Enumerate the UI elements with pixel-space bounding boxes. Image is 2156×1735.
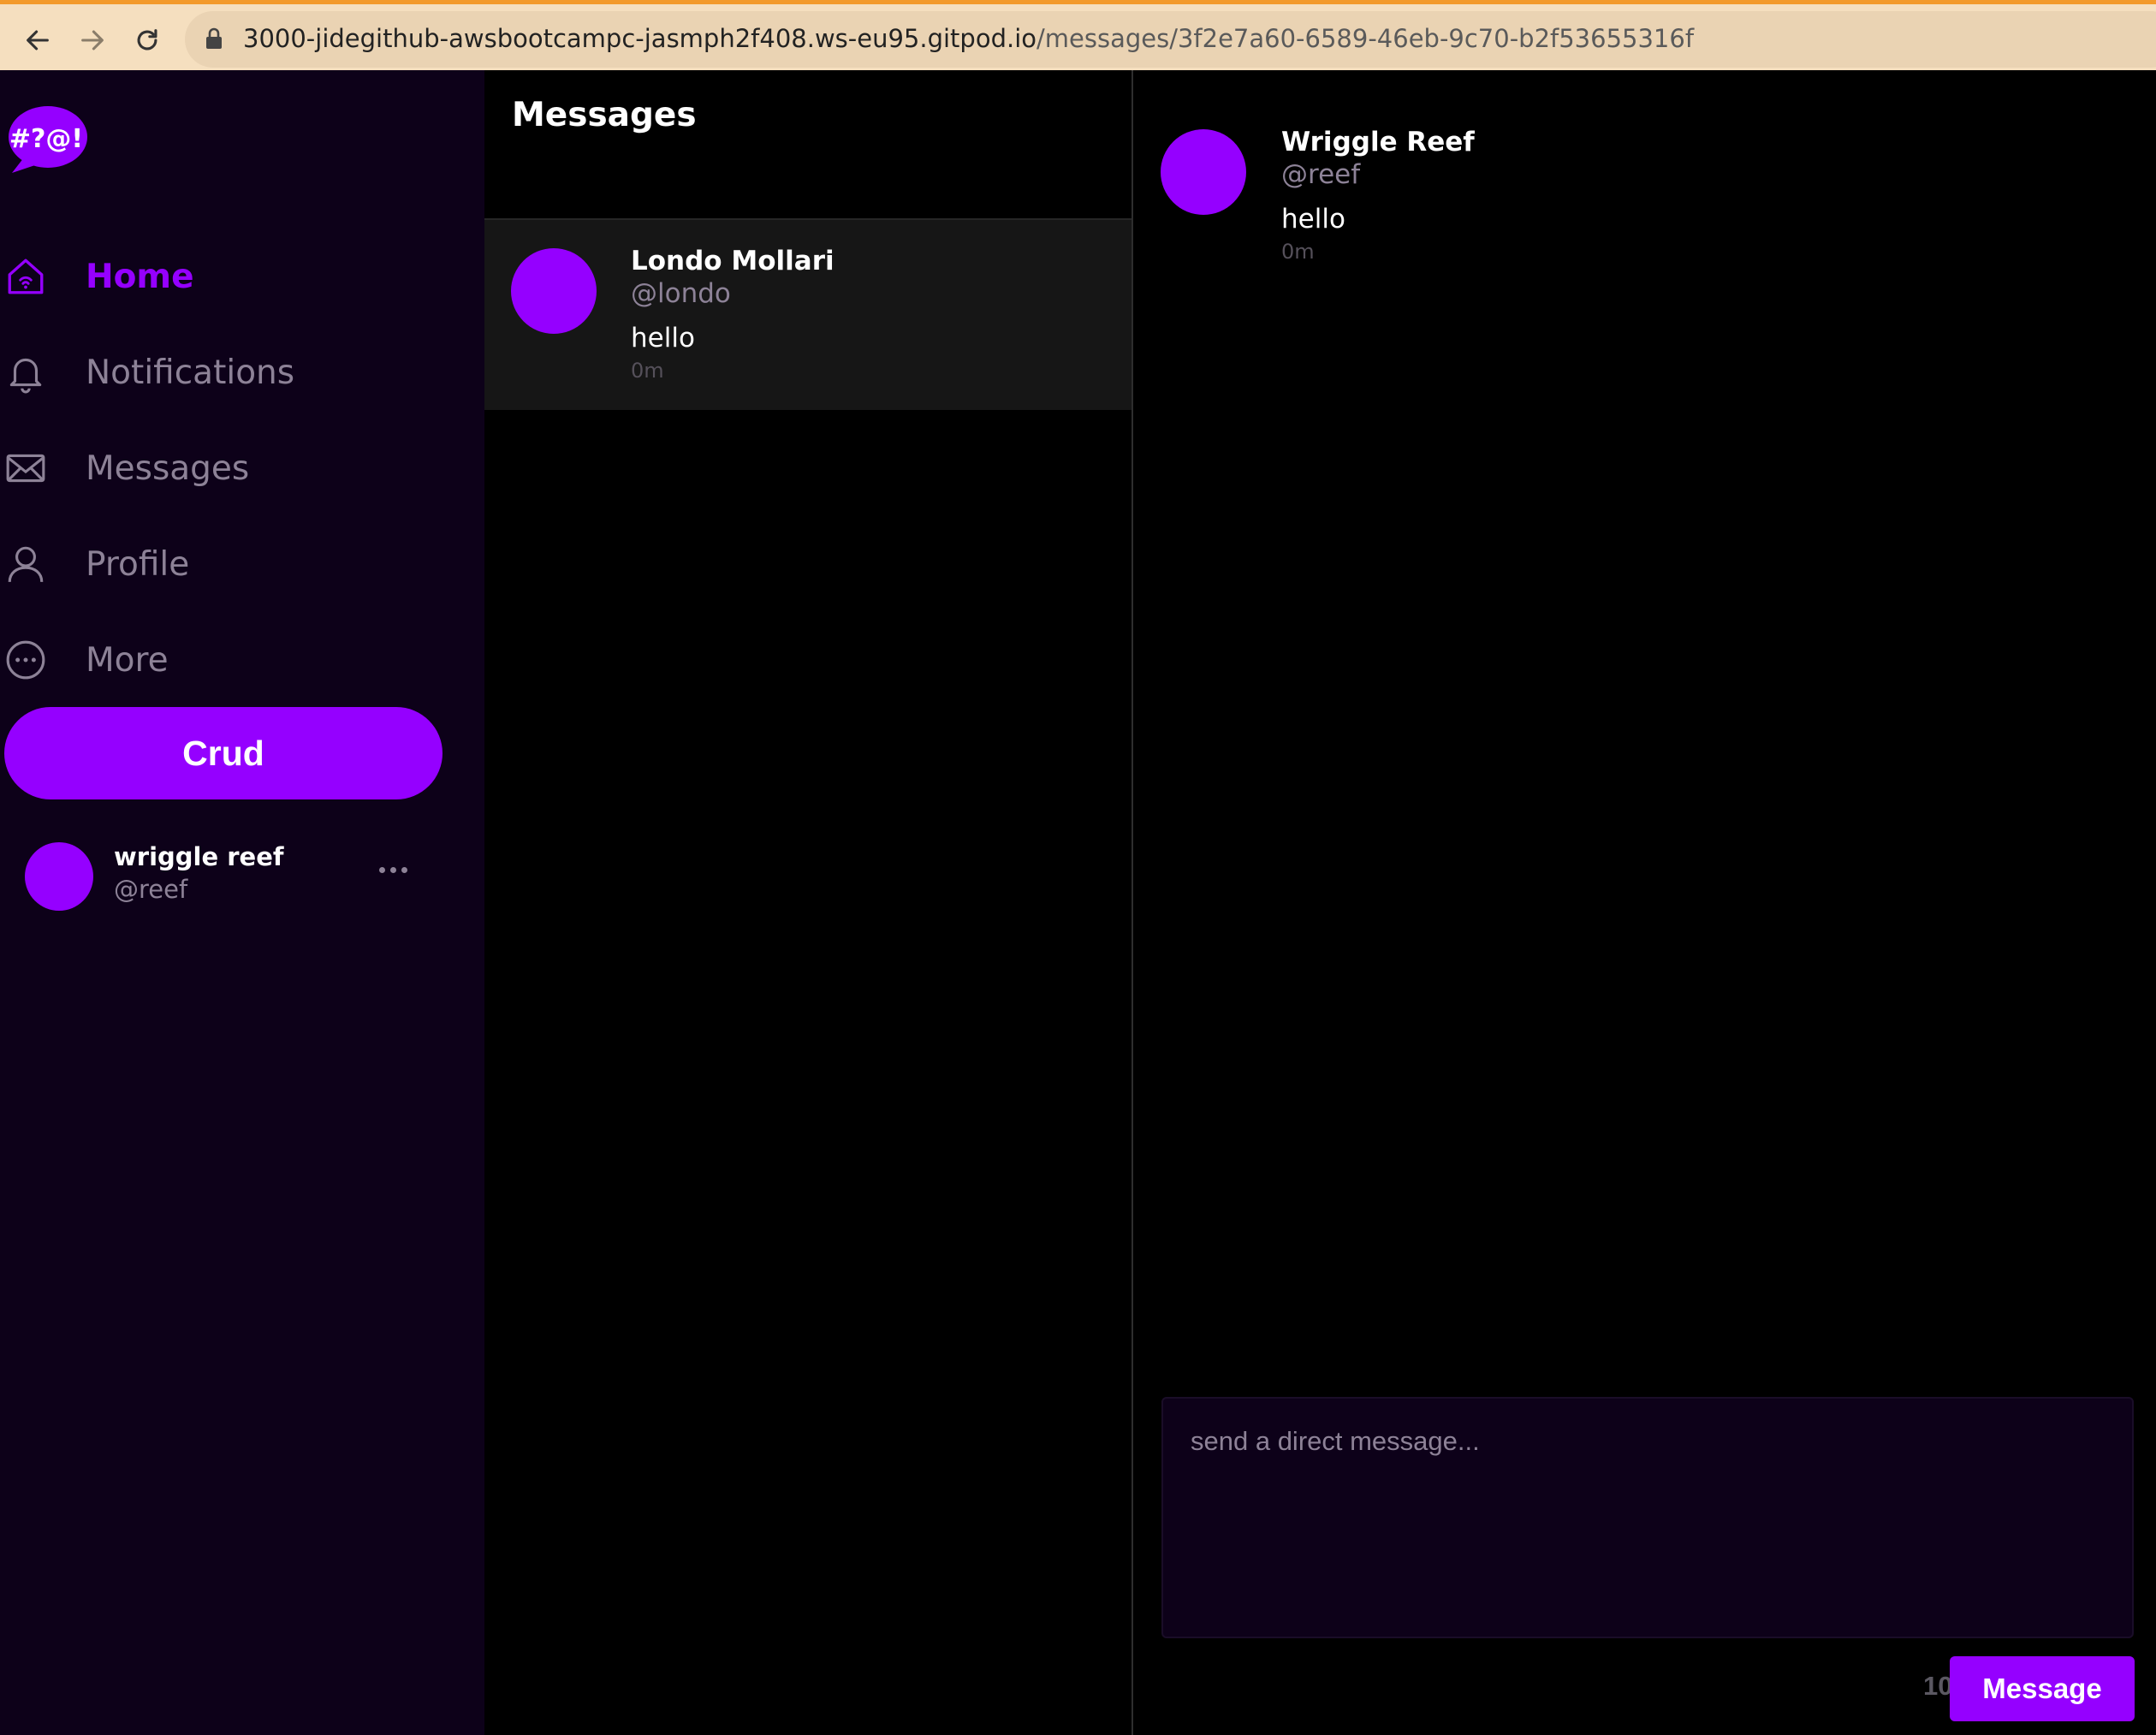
back-button[interactable] <box>12 15 63 66</box>
profile-handle: @reef <box>114 875 188 904</box>
conversation: Wriggle Reef @reef hello 0m 1024 Message <box>1133 70 2156 1735</box>
avatar <box>1161 129 1246 215</box>
profile-card[interactable]: wriggle reef @reef <box>0 839 462 942</box>
user-icon <box>3 542 48 586</box>
lock-icon <box>206 27 222 49</box>
bell-icon <box>3 350 48 395</box>
message-groups: Messages Londo Mollari @londo hello 0m <box>484 70 1133 1735</box>
avatar <box>25 842 93 911</box>
envelope-icon <box>3 446 48 490</box>
message-time: 0m <box>1281 240 1315 264</box>
forward-button[interactable] <box>67 15 118 66</box>
more-circle-icon <box>3 638 48 682</box>
message-text: hello <box>1281 204 1345 235</box>
group-display-name: Londo Mollari <box>631 246 834 276</box>
sidebar-item-label: More <box>86 640 169 680</box>
message-item: Wriggle Reef @reef hello 0m <box>1133 122 2156 276</box>
reload-icon <box>137 29 157 51</box>
address-bar[interactable]: 3000-jidegithub-awsbootcampc-jasmph2f408… <box>185 11 2156 68</box>
avatar <box>511 248 597 334</box>
home-icon <box>3 254 48 299</box>
page-title: Messages <box>512 96 697 134</box>
sidebar-item-more[interactable]: More <box>0 626 462 694</box>
sidebar-item-profile[interactable]: Profile <box>0 530 462 598</box>
reload-button[interactable] <box>122 15 173 66</box>
send-message-button[interactable]: Message <box>1950 1656 2135 1721</box>
sidebar-item-label: Notifications <box>86 353 295 392</box>
sidebar-item-label: Home <box>86 257 194 296</box>
message-input[interactable] <box>1161 1397 2134 1638</box>
more-options-icon[interactable] <box>371 853 414 887</box>
browser-toolbar: 3000-jidegithub-awsbootcampc-jasmph2f408… <box>0 0 2156 70</box>
url-host: 3000-jidegithub-awsbootcampc-jasmph2f408… <box>243 24 1036 53</box>
message-group-item[interactable]: Londo Mollari @londo hello 0m <box>484 220 1131 410</box>
crud-button[interactable]: Crud <box>4 707 442 799</box>
group-handle: @londo <box>631 278 731 309</box>
app-logo[interactable]: #?@! <box>5 104 87 175</box>
sidebar-item-label: Messages <box>86 449 250 488</box>
message-display-name: Wriggle Reef <box>1281 127 1475 157</box>
sidebar-item-notifications[interactable]: Notifications <box>0 338 462 407</box>
url-text: 3000-jidegithub-awsbootcampc-jasmph2f408… <box>243 21 1694 56</box>
arrow-left-icon <box>27 30 49 51</box>
sidebar-item-home[interactable]: Home <box>0 242 462 311</box>
sidebar: #?@! Home Notifications Messages Profile… <box>0 70 484 1735</box>
sidebar-item-label: Profile <box>86 544 190 584</box>
profile-display-name: wriggle reef <box>114 842 284 871</box>
group-time: 0m <box>631 359 664 383</box>
arrow-right-icon <box>81 30 104 51</box>
message-handle: @reef <box>1281 159 1361 190</box>
svg-text:#?@!: #?@! <box>9 124 83 154</box>
url-path: /messages/3f2e7a60-6589-46eb-9c70-b2f536… <box>1036 24 1695 53</box>
sidebar-item-messages[interactable]: Messages <box>0 434 462 502</box>
group-last-message: hello <box>631 323 695 354</box>
